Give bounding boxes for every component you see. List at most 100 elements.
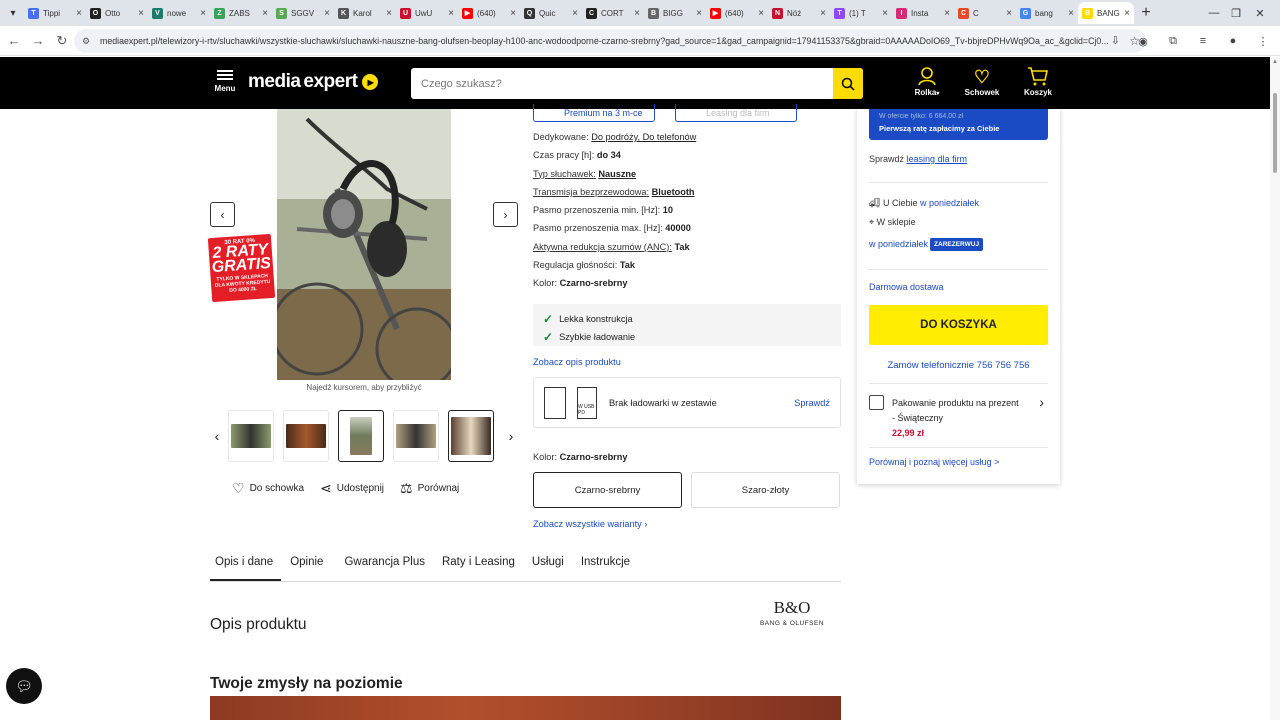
add-to-wishlist-button[interactable]: ♡ Do schowka [232, 480, 304, 497]
page-scrollbar[interactable]: ▲ [1270, 57, 1280, 720]
in-store-date-link[interactable]: w poniedziałek [869, 239, 928, 249]
browser-tab[interactable]: I Insta × [892, 2, 954, 24]
compare-services-link[interactable]: Porównaj i poznaj więcej usług > [869, 457, 999, 467]
install-app-icon[interactable]: ⇩ [1111, 34, 1120, 47]
tab-close-icon[interactable]: × [1124, 8, 1130, 19]
cart-button[interactable]: Koszyk [1013, 66, 1063, 97]
browser-tab[interactable]: Z ZABS × [210, 2, 272, 24]
tab-close-icon[interactable]: × [386, 8, 392, 19]
browser-tab[interactable]: U UwU × [396, 2, 458, 24]
tab-close-icon[interactable]: × [882, 8, 888, 19]
tab-close-icon[interactable]: × [448, 8, 454, 19]
new-tab-button[interactable]: + [1134, 4, 1158, 22]
spec-key[interactable]: Aktywna redukcja szumów (ANC): [533, 242, 672, 252]
chevron-right-icon[interactable]: › [1039, 394, 1044, 410]
browser-tab[interactable]: ▶ (640) × [706, 2, 768, 24]
tab-close-icon[interactable]: × [262, 8, 268, 19]
browser-tab[interactable]: K Karol × [334, 2, 396, 24]
browser-tab[interactable]: T (1) T × [830, 2, 892, 24]
phone-order-link[interactable]: Zamów telefonicznie 756 756 756 [869, 360, 1048, 371]
browser-tab[interactable]: N Nóż × [768, 2, 830, 24]
tab-close-icon[interactable]: × [944, 8, 950, 19]
browser-tab[interactable]: ▶ (640) × [458, 2, 520, 24]
thumbs-prev-icon[interactable]: ‹ [209, 428, 225, 444]
spec-value[interactable]: Do podróży, Do telefonów [591, 132, 696, 142]
thumbnail-selected[interactable] [338, 410, 384, 462]
back-icon[interactable]: ← [2, 29, 26, 53]
tab-close-icon[interactable]: × [634, 8, 640, 19]
color-option-grey-gold[interactable]: Szaro-złoty [691, 472, 840, 508]
tab-close-icon[interactable]: × [758, 8, 764, 19]
gallery-next-button[interactable]: › [493, 202, 518, 227]
tab-close-icon[interactable]: × [324, 8, 330, 19]
chat-button[interactable]: 💬︎ [6, 668, 42, 704]
site-info-icon[interactable]: ⚙ [82, 36, 94, 47]
browser-tab[interactable]: B BANG × [1078, 2, 1134, 24]
url-field[interactable]: ⚙ mediaexpert.pl/telewizory-i-rtv/slucha… [74, 29, 1146, 53]
gallery-prev-button[interactable]: ‹ [210, 202, 235, 227]
search-button[interactable] [833, 68, 863, 99]
see-description-link[interactable]: Zobacz opis produktu [533, 357, 621, 367]
thumbnail[interactable] [228, 410, 274, 462]
scrollbar-thumb[interactable] [1273, 93, 1277, 173]
extensions-puzzle-icon[interactable]: ⧉ [1162, 30, 1184, 52]
browser-tab[interactable]: C CORT × [582, 2, 644, 24]
tab-close-icon[interactable]: × [696, 8, 702, 19]
thumbnail[interactable] [283, 410, 329, 462]
wishlist-button[interactable]: ♡ Schowek [957, 66, 1007, 97]
scroll-up-icon[interactable]: ▲ [1272, 59, 1278, 65]
extension-icon[interactable]: ◉ [1132, 30, 1154, 52]
thumbnail[interactable] [393, 410, 439, 462]
browser-tab[interactable]: T Tippi × [24, 2, 86, 24]
browser-tab[interactable]: B BIGG × [644, 2, 706, 24]
premium-button[interactable]: Premium na 3 m-ce [533, 104, 655, 122]
tab-close-icon[interactable]: × [572, 8, 578, 19]
tab-raty-i-leasing[interactable]: Raty i Leasing [437, 552, 523, 581]
browser-tab[interactable]: Gbang × [1016, 2, 1078, 24]
tab-opinie[interactable]: Opinie [285, 552, 331, 581]
share-button[interactable]: ⋖ Udostępnij [320, 480, 384, 497]
browser-tab[interactable]: Vnowe × [148, 2, 210, 24]
charger-check-link[interactable]: Sprawdź [794, 398, 830, 408]
reload-icon[interactable]: ↻ [50, 29, 74, 53]
browser-tab[interactable]: S SGGV × [272, 2, 334, 24]
tab-us-ugi[interactable]: Usługi [527, 552, 572, 581]
browser-tab[interactable]: O Otto × [86, 2, 148, 24]
media-control-icon[interactable]: ≡ [1192, 30, 1214, 52]
search-input[interactable] [411, 68, 821, 99]
tab-close-icon[interactable]: × [1006, 8, 1012, 19]
close-window-icon[interactable]: ✕ [1238, 0, 1280, 26]
delivery-date-link[interactable]: w poniedziałek [920, 198, 979, 208]
thumbs-next-icon[interactable]: › [503, 428, 519, 444]
tab-close-icon[interactable]: × [820, 8, 826, 19]
tab-search-dropdown-icon[interactable]: ▾ [2, 2, 24, 24]
tab-close-icon[interactable]: × [200, 8, 206, 19]
color-option-black-silver[interactable]: Czarno-srebrny [533, 472, 682, 508]
thumbnail[interactable] [448, 410, 494, 462]
browser-menu-icon[interactable]: ⋮ [1252, 30, 1274, 52]
tab-close-icon[interactable]: × [510, 8, 516, 19]
see-all-variants-link[interactable]: Zobacz wszystkie warianty › [533, 519, 647, 529]
spec-value[interactable]: Nauszne [598, 169, 636, 179]
leasing-button[interactable]: Leasing dla firm [675, 104, 797, 122]
browser-tab[interactable]: C C × [954, 2, 1016, 24]
leasing-link[interactable]: leasing dla firm [907, 154, 968, 164]
tab-close-icon[interactable]: × [1068, 8, 1074, 19]
add-to-cart-button[interactable]: DO KOSZYKA [869, 305, 1048, 345]
forward-icon[interactable]: → [26, 29, 50, 53]
site-logo[interactable]: media expert ▶ [248, 71, 379, 93]
profile-avatar[interactable]: ● [1222, 30, 1244, 52]
spec-value[interactable]: Bluetooth [652, 187, 695, 197]
tab-gwarancja-plus[interactable]: Gwarancja Plus [339, 552, 433, 581]
reserve-button[interactable]: ZAREZERWUJ [930, 238, 984, 251]
browser-tab[interactable]: Q Quic × [520, 2, 582, 24]
spec-key[interactable]: Typ słuchawek: [533, 169, 596, 179]
account-button[interactable]: Rolka▾ [902, 66, 952, 97]
compare-button[interactable]: ⚖ Porównaj [400, 480, 459, 497]
free-delivery-link[interactable]: Darmowa dostawa [869, 282, 944, 292]
gift-wrap-checkbox[interactable] [869, 395, 884, 410]
tab-close-icon[interactable]: × [138, 8, 144, 19]
menu-button[interactable]: Menu [212, 68, 238, 93]
spec-key[interactable]: Transmisja bezprzewodowa: [533, 187, 649, 197]
product-main-image[interactable] [277, 109, 451, 380]
